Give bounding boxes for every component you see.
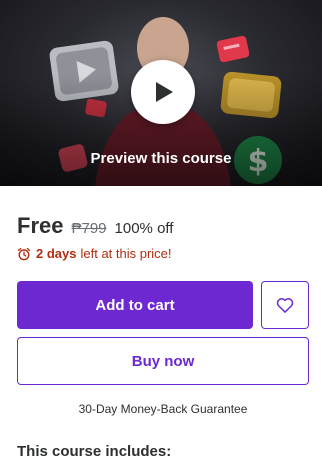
add-to-cart-button[interactable]: Add to cart [17, 281, 253, 329]
course-includes-heading: This course includes: [17, 443, 172, 456]
course-preview[interactable]: $ Preview this course [0, 0, 322, 186]
timer-days: 2 days [36, 246, 77, 261]
play-icon[interactable] [131, 60, 195, 124]
money-back-guarantee: 30-Day Money-Back Guarantee [78, 402, 248, 416]
discount-percent: 100% off [114, 220, 174, 237]
price-timer: 2 days left at this price! [17, 246, 172, 261]
heart-icon [276, 298, 294, 313]
buy-now-button[interactable]: Buy now [17, 337, 309, 385]
alarm-clock-icon [17, 247, 31, 260]
preview-label[interactable]: Preview this course [0, 150, 322, 167]
price-row: Free ₱799 100% off [17, 213, 173, 239]
wishlist-button[interactable] [261, 281, 309, 329]
original-price: ₱799 [71, 220, 107, 237]
current-price: Free [17, 213, 64, 238]
timer-suffix: left at this price! [80, 246, 172, 261]
